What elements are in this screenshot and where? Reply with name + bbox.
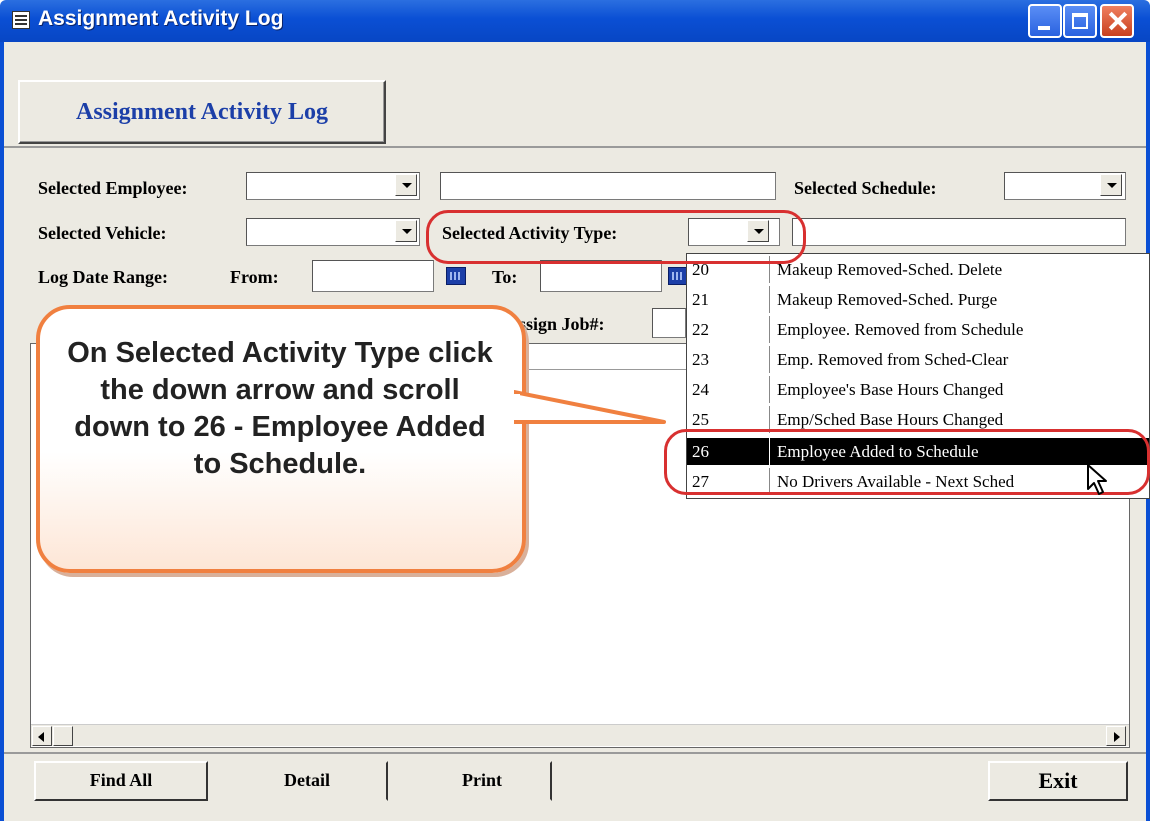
list-item[interactable]: 24 Employee's Base Hours Changed [687,376,1149,403]
list-item[interactable]: 22 Employee. Removed from Schedule [687,316,1149,343]
item-code: 21 [692,290,709,309]
minimize-icon[interactable] [1028,4,1062,38]
item-code: 24 [692,380,709,399]
maximize-icon[interactable] [1063,4,1097,38]
selected-item-highlight [664,429,1150,495]
find-all-button[interactable]: Find All [34,761,208,801]
list-item[interactable]: 21 Makeup Removed-Sched. Purge [687,286,1149,313]
footer-divider [4,752,1146,754]
calendar-icon[interactable] [668,267,688,285]
item-label: Employee's Base Hours Changed [777,380,1004,399]
calendar-icon[interactable] [446,267,466,285]
callout-text: On Selected Activity Type click the down… [67,337,493,480]
vehicle-combo[interactable] [246,218,420,246]
scroll-left-icon[interactable] [32,726,52,746]
item-code: 23 [692,350,709,369]
item-label: Emp. Removed from Sched-Clear [777,350,1009,369]
item-code: 22 [692,320,709,339]
print-button[interactable]: Print [412,761,552,801]
scroll-right-icon[interactable] [1106,726,1126,746]
vehicle-dropdown-button[interactable] [395,220,417,242]
from-label: From: [230,267,279,287]
header-button[interactable]: Assignment Activity Log [18,80,386,144]
close-icon[interactable] [1100,4,1134,38]
scroll-thumb[interactable] [53,726,73,746]
employee-label: Selected Employee: [38,178,188,198]
callout-pointer [514,390,666,424]
schedule-label: Selected Schedule: [794,178,937,198]
to-date-field[interactable] [540,260,662,292]
from-date-field[interactable] [312,260,434,292]
horizontal-scrollbar[interactable] [31,724,1129,746]
item-label: Employee. Removed from Schedule [777,320,1024,339]
employee-combo[interactable] [246,172,420,200]
date-range-label: Log Date Range: [38,267,168,287]
activity-type-desc-field [792,218,1126,246]
window-title: Assignment Activity Log [38,7,284,30]
employee-name-field [440,172,776,200]
mouse-cursor-icon [1087,464,1107,495]
employee-dropdown-button[interactable] [395,174,417,196]
item-label: Makeup Removed-Sched. Purge [777,290,998,309]
schedule-dropdown-button[interactable] [1100,174,1122,196]
item-label: Makeup Removed-Sched. Delete [777,260,1003,279]
assign-job-field[interactable] [652,308,686,338]
activity-type-highlight [426,210,806,264]
exit-button[interactable]: Exit [988,761,1128,801]
window-icon [12,11,30,29]
detail-button[interactable]: Detail [226,761,388,801]
to-label: To: [492,267,518,287]
list-item[interactable]: 23 Emp. Removed from Sched-Clear [687,346,1149,373]
vehicle-label: Selected Vehicle: [38,223,167,243]
